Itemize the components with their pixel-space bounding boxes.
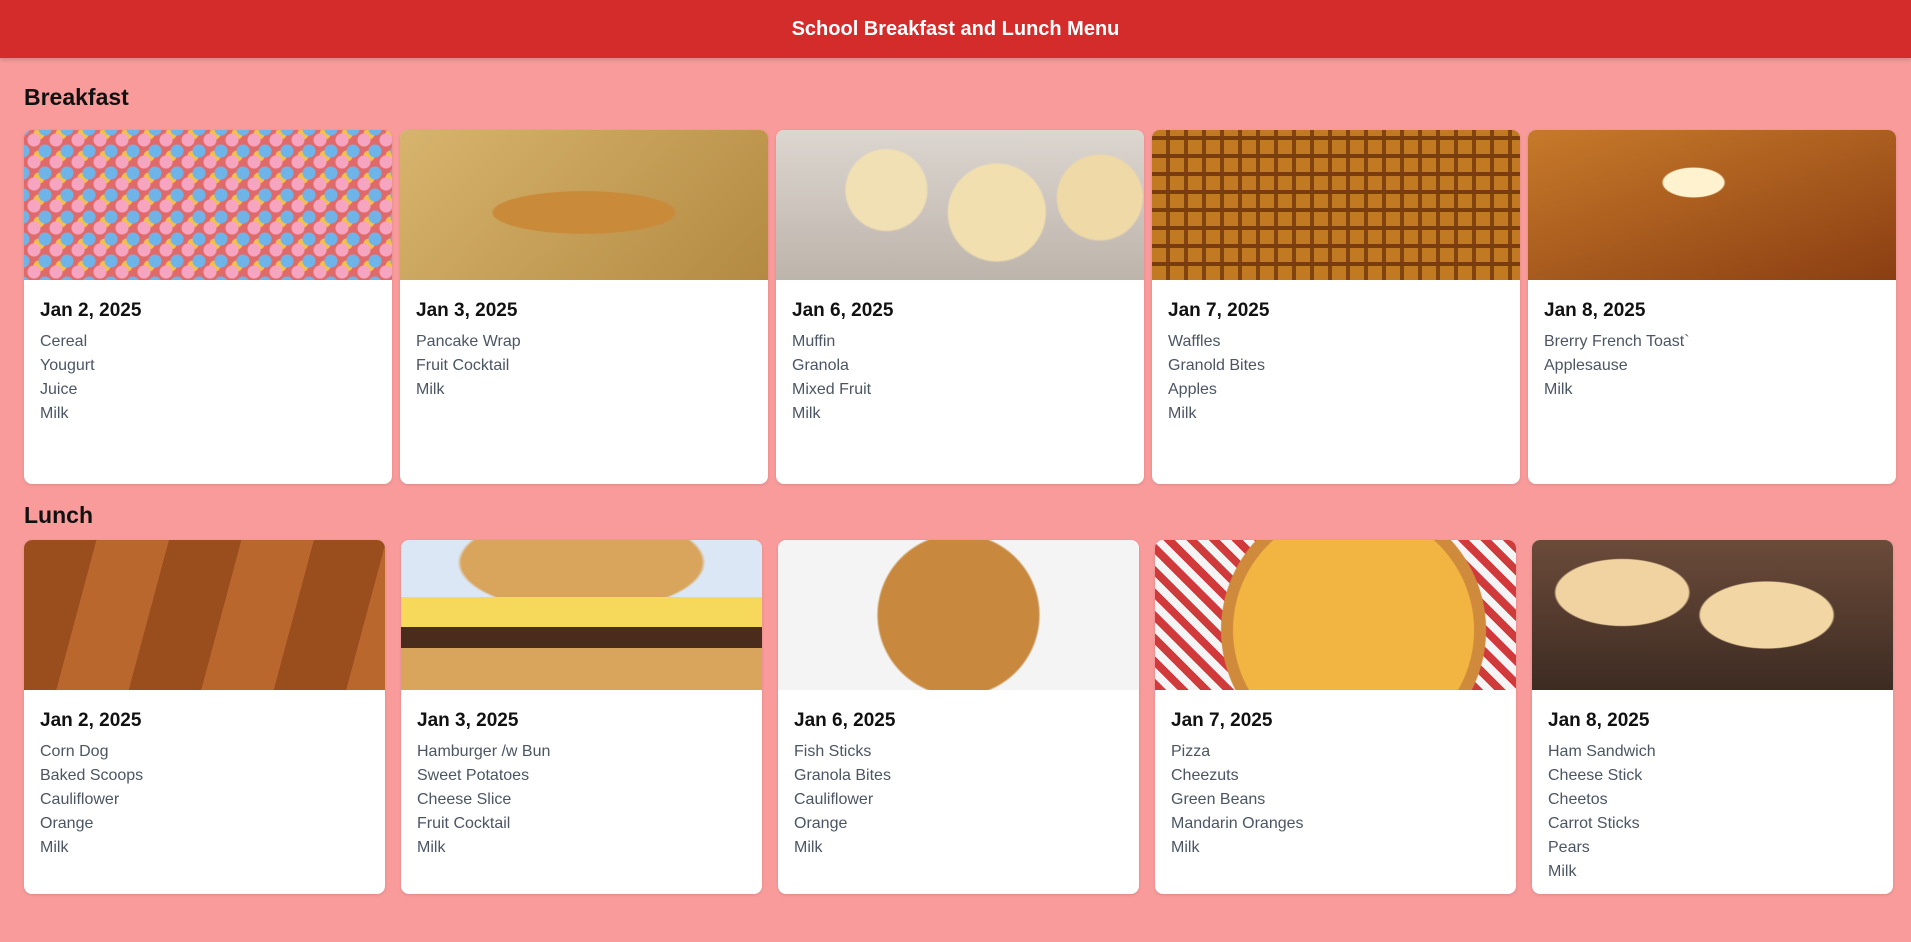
menu-item: Cheese Stick: [1548, 767, 1643, 784]
lunch-card[interactable]: Jan 3, 2025 Hamburger /w Bun Sweet Potat…: [401, 540, 762, 894]
breakfast-card[interactable]: Jan 8, 2025 Brerry French Toast` Applesa…: [1528, 130, 1896, 484]
menu-item: Applesause: [1544, 357, 1628, 374]
card-date: Jan 7, 2025: [1171, 710, 1273, 731]
breakfast-section-title: Breakfast: [24, 84, 129, 110]
menu-item: Orange: [40, 815, 94, 832]
card-date: Jan 6, 2025: [792, 300, 894, 321]
corn-dog-photo: [24, 540, 385, 690]
menu-item: Milk: [40, 839, 69, 856]
menu-item: Milk: [1171, 839, 1200, 856]
card-date: Jan 2, 2025: [40, 300, 142, 321]
page-header: School Breakfast and Lunch Menu: [0, 0, 1911, 58]
menu-item: Apples: [1168, 381, 1217, 398]
menu-item: Granola Bites: [794, 767, 891, 784]
breakfast-card[interactable]: Jan 3, 2025 Pancake Wrap Fruit Cocktail …: [400, 130, 768, 484]
menu-item: Brerry French Toast`: [1544, 333, 1690, 350]
lunch-card[interactable]: Jan 7, 2025 Pizza Cheezuts Green Beans M…: [1155, 540, 1516, 894]
breakfast-card[interactable]: Jan 2, 2025 Cereal Yougurt Juice Milk: [24, 130, 392, 484]
menu-item: Cheese Slice: [417, 791, 512, 808]
card-date: Jan 8, 2025: [1548, 710, 1650, 731]
menu-item: Fruit Cocktail: [416, 357, 510, 374]
page-title: School Breakfast and Lunch Menu: [791, 17, 1120, 40]
menu-item: Milk: [40, 405, 69, 422]
menu-item: Pears: [1548, 839, 1590, 856]
pancake-wrap-photo: [400, 130, 768, 280]
menu-item: Pizza: [1171, 743, 1211, 760]
menu-item: Baked Scoops: [40, 767, 144, 784]
menu-item: Granola: [792, 357, 849, 374]
muffin-photo: [776, 130, 1144, 280]
menu-item: Cheezuts: [1171, 767, 1239, 784]
menu-item: Sweet Potatoes: [417, 767, 530, 784]
menu-item: Milk: [792, 405, 821, 422]
menu-item: Cauliflower: [794, 791, 874, 808]
menu-item: Cauliflower: [40, 791, 120, 808]
breakfast-card[interactable]: Jan 7, 2025 Waffles Granold Bites Apples…: [1152, 130, 1520, 484]
menu-item: Milk: [416, 381, 445, 398]
menu-item: Muffin: [792, 333, 836, 350]
menu-item: Pancake Wrap: [416, 333, 521, 350]
breakfast-card[interactable]: Jan 6, 2025 Muffin Granola Mixed Fruit M…: [776, 130, 1144, 484]
menu-item: Milk: [1548, 863, 1577, 880]
menu-item: Cheetos: [1548, 791, 1608, 808]
ham-sandwich-photo: [1532, 540, 1893, 690]
menu-item: Mandarin Oranges: [1171, 815, 1304, 832]
card-date: Jan 3, 2025: [416, 300, 518, 321]
menu-item: Hamburger /w Bun: [417, 743, 551, 760]
menu-item: Milk: [794, 839, 823, 856]
waffle-photo: [1152, 130, 1520, 280]
cereal-photo: [24, 130, 392, 280]
menu-item: Waffles: [1168, 333, 1221, 350]
menu-item: Yougurt: [40, 357, 95, 374]
lunch-row: Jan 2, 2025 Corn Dog Baked Scoops Caulif…: [24, 540, 1893, 894]
menu-item: Cereal: [40, 333, 88, 350]
menu-item: Juice: [40, 381, 78, 398]
menu-item: Milk: [1168, 405, 1197, 422]
card-date: Jan 3, 2025: [417, 710, 519, 731]
menu-item: Granold Bites: [1168, 357, 1265, 374]
menu-item: Milk: [417, 839, 446, 856]
menu-item: Mixed Fruit: [792, 381, 872, 398]
card-date: Jan 8, 2025: [1544, 300, 1646, 321]
breakfast-row: Jan 2, 2025 Cereal Yougurt Juice Milk Ja…: [24, 130, 1896, 484]
menu-item: Orange: [794, 815, 848, 832]
lunch-card[interactable]: Jan 8, 2025 Ham Sandwich Cheese Stick Ch…: [1532, 540, 1893, 894]
menu-item: Carrot Sticks: [1548, 815, 1640, 832]
card-date: Jan 6, 2025: [794, 710, 896, 731]
card-date: Jan 2, 2025: [40, 710, 142, 731]
menu-item: Corn Dog: [40, 743, 109, 760]
menu-item: Milk: [1544, 381, 1573, 398]
hamburger-photo: [401, 540, 762, 690]
french-toast-photo: [1528, 130, 1896, 280]
pizza-photo: [1155, 540, 1516, 690]
fish-sticks-photo: [778, 540, 1139, 690]
card-date: Jan 7, 2025: [1168, 300, 1270, 321]
menu-item: Green Beans: [1171, 791, 1266, 808]
lunch-card[interactable]: Jan 6, 2025 Fish Sticks Granola Bites Ca…: [778, 540, 1139, 894]
menu-item: Fruit Cocktail: [417, 815, 511, 832]
menu-item: Ham Sandwich: [1548, 743, 1656, 760]
menu-item: Fish Sticks: [794, 743, 872, 760]
lunch-section-title: Lunch: [24, 502, 93, 528]
lunch-card[interactable]: Jan 2, 2025 Corn Dog Baked Scoops Caulif…: [24, 540, 385, 894]
